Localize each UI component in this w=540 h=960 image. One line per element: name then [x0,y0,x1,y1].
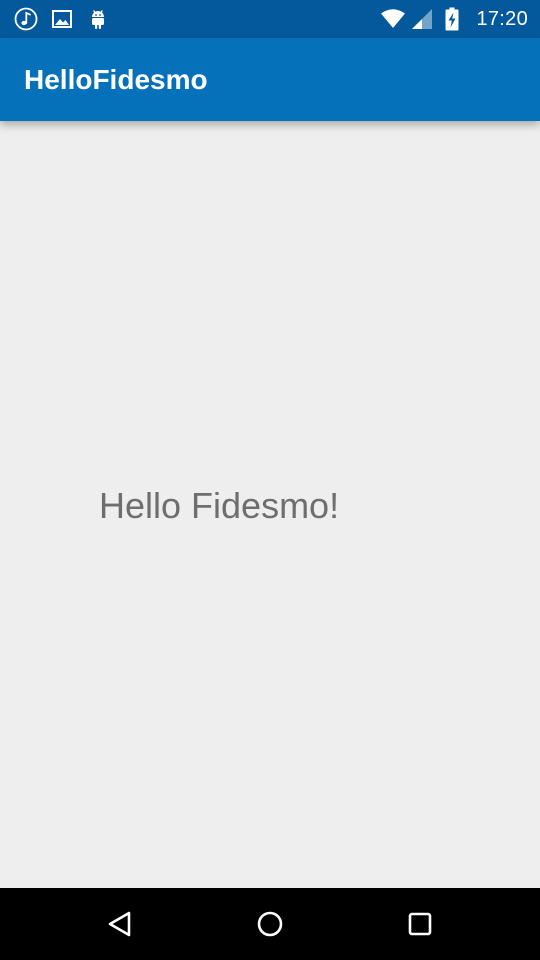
status-icons-left [14,7,110,31]
status-icons-right: 17:20 [380,7,528,31]
navigation-bar [0,888,540,960]
wifi-icon [380,7,406,31]
app-bar: HelloFidesmo [0,38,540,121]
screen: 17:20 HelloFidesmo Hello Fidesmo! [0,0,540,960]
content-area: Hello Fidesmo! [0,121,540,888]
image-icon [50,7,74,31]
hello-message: Hello Fidesmo! [99,485,340,526]
music-note-icon [14,7,38,31]
status-clock: 17:20 [476,8,528,30]
cellular-signal-icon [410,7,434,31]
home-icon[interactable] [252,906,288,942]
back-icon[interactable] [102,906,138,942]
android-icon [86,7,110,31]
recents-icon[interactable] [402,906,438,942]
status-bar: 17:20 [0,0,540,38]
battery-charging-icon [440,7,464,31]
app-title: HelloFidesmo [24,64,208,95]
